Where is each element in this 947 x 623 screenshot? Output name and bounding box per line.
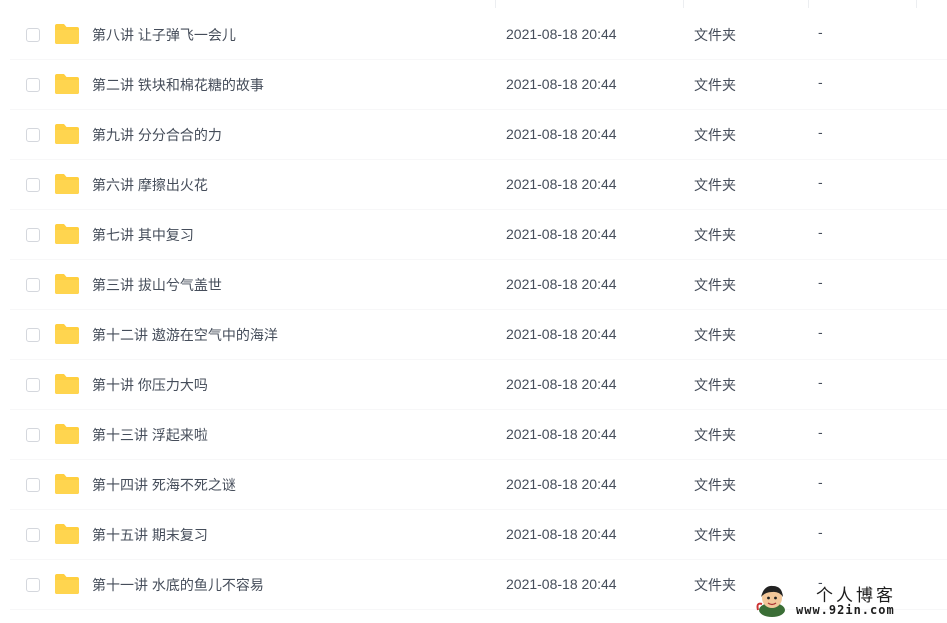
file-row[interactable]: 第九讲 分分合合的力 2021-08-18 20:44 文件夹 - xyxy=(10,110,947,160)
folder-icon xyxy=(54,523,80,545)
folder-icon xyxy=(54,373,80,395)
folder-icon xyxy=(54,573,80,595)
avatar-icon xyxy=(756,585,785,617)
file-row[interactable]: 第十四讲 死海不死之谜 2021-08-18 20:44 文件夹 - xyxy=(10,460,947,510)
file-row[interactable]: 第十讲 你压力大吗 2021-08-18 20:44 文件夹 - xyxy=(10,360,947,410)
modified-date: 2021-08-18 20:44 xyxy=(506,376,617,392)
file-type: 文件夹 xyxy=(694,377,736,393)
folder-icon xyxy=(54,473,80,495)
file-type: 文件夹 xyxy=(694,127,736,143)
file-type: 文件夹 xyxy=(694,327,736,343)
column-divider[interactable] xyxy=(808,0,809,8)
file-name[interactable]: 第十二讲 遨游在空气中的海洋 xyxy=(92,325,278,345)
file-name[interactable]: 第六讲 摩擦出火花 xyxy=(92,175,208,195)
file-type: 文件夹 xyxy=(694,477,736,493)
folder-icon xyxy=(54,173,80,195)
file-name[interactable]: 第十四讲 死海不死之谜 xyxy=(92,475,236,495)
folder-icon xyxy=(54,423,80,445)
file-row[interactable]: 第七讲 其中复习 2021-08-18 20:44 文件夹 - xyxy=(10,210,947,260)
file-type: 文件夹 xyxy=(694,227,736,243)
file-row[interactable]: 第八讲 让子弹飞一会儿 2021-08-18 20:44 文件夹 - xyxy=(10,10,947,60)
file-type: 文件夹 xyxy=(694,427,736,443)
file-name[interactable]: 第二讲 铁块和棉花糖的故事 xyxy=(92,75,264,95)
file-row[interactable]: 第十五讲 期末复习 2021-08-18 20:44 文件夹 - xyxy=(10,510,947,560)
file-type: 文件夹 xyxy=(694,77,736,93)
file-browser: 第八讲 让子弹飞一会儿 2021-08-18 20:44 文件夹 - 第二讲 铁块和棉花… xyxy=(0,0,947,623)
modified-date: 2021-08-18 20:44 xyxy=(506,576,617,592)
file-name[interactable]: 第九讲 分分合合的力 xyxy=(92,125,222,145)
file-name[interactable]: 第八讲 让子弹飞一会儿 xyxy=(92,25,236,45)
column-divider[interactable] xyxy=(683,0,684,8)
watermark-url: www.92in.com xyxy=(796,603,895,617)
file-list: 第八讲 让子弹飞一会儿 2021-08-18 20:44 文件夹 - 第二讲 铁块和棉花… xyxy=(10,10,947,610)
modified-date: 2021-08-18 20:44 xyxy=(506,326,617,342)
folder-icon xyxy=(54,123,80,145)
row-checkbox[interactable] xyxy=(26,128,40,142)
modified-date: 2021-08-18 20:44 xyxy=(506,276,617,292)
file-size: - xyxy=(818,424,823,440)
file-type: 文件夹 xyxy=(694,577,736,593)
file-type: 文件夹 xyxy=(694,527,736,543)
modified-date: 2021-08-18 20:44 xyxy=(506,76,617,92)
row-checkbox[interactable] xyxy=(26,228,40,242)
file-size: - xyxy=(818,74,823,90)
file-size: - xyxy=(818,324,823,340)
folder-icon xyxy=(54,223,80,245)
modified-date: 2021-08-18 20:44 xyxy=(506,526,617,542)
modified-date: 2021-08-18 20:44 xyxy=(506,26,617,42)
file-name[interactable]: 第十一讲 水底的鱼儿不容易 xyxy=(92,575,264,595)
row-checkbox[interactable] xyxy=(26,428,40,442)
column-divider[interactable] xyxy=(916,0,917,8)
modified-date: 2021-08-18 20:44 xyxy=(506,226,617,242)
file-size: - xyxy=(818,174,823,190)
folder-icon xyxy=(54,23,80,45)
row-checkbox[interactable] xyxy=(26,528,40,542)
watermark-logo: 个人博客 www.92in.com xyxy=(752,576,942,620)
file-name[interactable]: 第十五讲 期末复习 xyxy=(92,525,208,545)
file-row[interactable]: 第二讲 铁块和棉花糖的故事 2021-08-18 20:44 文件夹 - xyxy=(10,60,947,110)
row-checkbox[interactable] xyxy=(26,278,40,292)
file-type: 文件夹 xyxy=(694,27,736,43)
file-name[interactable]: 第七讲 其中复习 xyxy=(92,225,194,245)
modified-date: 2021-08-18 20:44 xyxy=(506,126,617,142)
file-name[interactable]: 第十讲 你压力大吗 xyxy=(92,375,208,395)
file-size: - xyxy=(818,224,823,240)
file-type: 文件夹 xyxy=(694,177,736,193)
row-checkbox[interactable] xyxy=(26,378,40,392)
folder-icon xyxy=(54,273,80,295)
file-row[interactable]: 第十二讲 遨游在空气中的海洋 2021-08-18 20:44 文件夹 - xyxy=(10,310,947,360)
row-checkbox[interactable] xyxy=(26,578,40,592)
file-row[interactable]: 第六讲 摩擦出火花 2021-08-18 20:44 文件夹 - xyxy=(10,160,947,210)
column-divider[interactable] xyxy=(495,0,496,8)
modified-date: 2021-08-18 20:44 xyxy=(506,176,617,192)
file-size: - xyxy=(818,274,823,290)
row-checkbox[interactable] xyxy=(26,78,40,92)
file-name[interactable]: 第三讲 拔山兮气盖世 xyxy=(92,275,222,295)
file-size: - xyxy=(818,24,823,40)
row-checkbox[interactable] xyxy=(26,328,40,342)
file-name[interactable]: 第十三讲 浮起来啦 xyxy=(92,425,208,445)
folder-icon xyxy=(54,323,80,345)
row-checkbox[interactable] xyxy=(26,178,40,192)
modified-date: 2021-08-18 20:44 xyxy=(506,476,617,492)
file-row[interactable]: 第三讲 拔山兮气盖世 2021-08-18 20:44 文件夹 - xyxy=(10,260,947,310)
row-checkbox[interactable] xyxy=(26,28,40,42)
modified-date: 2021-08-18 20:44 xyxy=(506,426,617,442)
file-size: - xyxy=(818,124,823,140)
file-size: - xyxy=(818,524,823,540)
row-checkbox[interactable] xyxy=(26,478,40,492)
file-size: - xyxy=(818,474,823,490)
file-row[interactable]: 第十三讲 浮起来啦 2021-08-18 20:44 文件夹 - xyxy=(10,410,947,460)
file-type: 文件夹 xyxy=(694,277,736,293)
folder-icon xyxy=(54,73,80,95)
file-size: - xyxy=(818,374,823,390)
